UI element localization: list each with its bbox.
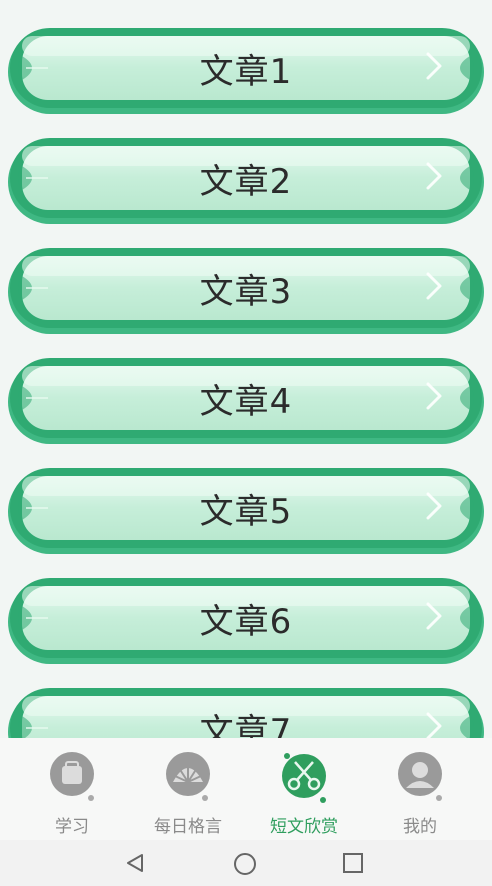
user-icon	[398, 752, 442, 801]
article-title: 文章1	[199, 51, 293, 92]
article-title: 文章2	[199, 161, 293, 202]
article-title: 文章5	[199, 491, 293, 532]
tab-short-essays[interactable]: 短文欣赏	[246, 738, 362, 840]
scissors-icon	[282, 753, 326, 803]
article-card-7[interactable]: 文章7	[8, 688, 484, 738]
article-card-5[interactable]: 文章5	[8, 468, 484, 558]
article-list: 文章1 文章2 文章3 文章4 文章5 文章6 文章7	[0, 0, 492, 738]
tab-mine[interactable]: 我的	[362, 738, 478, 840]
article-title: 文章6	[199, 601, 293, 642]
article-card-2[interactable]: 文章2	[8, 138, 484, 228]
article-card-6[interactable]: 文章6	[8, 578, 484, 668]
tab-label: 每日格言	[154, 817, 222, 837]
back-icon[interactable]	[124, 852, 146, 874]
article-title: 文章4	[199, 381, 293, 422]
tab-daily-motto[interactable]: 每日格言	[130, 738, 246, 840]
tab-label: 我的	[403, 817, 437, 837]
tab-study[interactable]: 学习	[14, 738, 130, 840]
tab-label: 学习	[55, 817, 89, 837]
bag-icon	[50, 752, 94, 801]
shell-icon	[166, 752, 210, 801]
recents-icon[interactable]	[342, 852, 364, 874]
system-navigation-bar	[0, 840, 492, 886]
article-card-4[interactable]: 文章4	[8, 358, 484, 448]
article-card-3[interactable]: 文章3	[8, 248, 484, 338]
article-title: 文章3	[199, 271, 293, 312]
article-card-1[interactable]: 文章1	[8, 28, 484, 118]
home-icon[interactable]	[233, 852, 257, 876]
tab-label: 短文欣赏	[270, 817, 338, 837]
article-title: 文章7	[199, 711, 293, 739]
bottom-tab-bar: 学习 每日格言 短文欣赏 我的	[0, 738, 492, 840]
